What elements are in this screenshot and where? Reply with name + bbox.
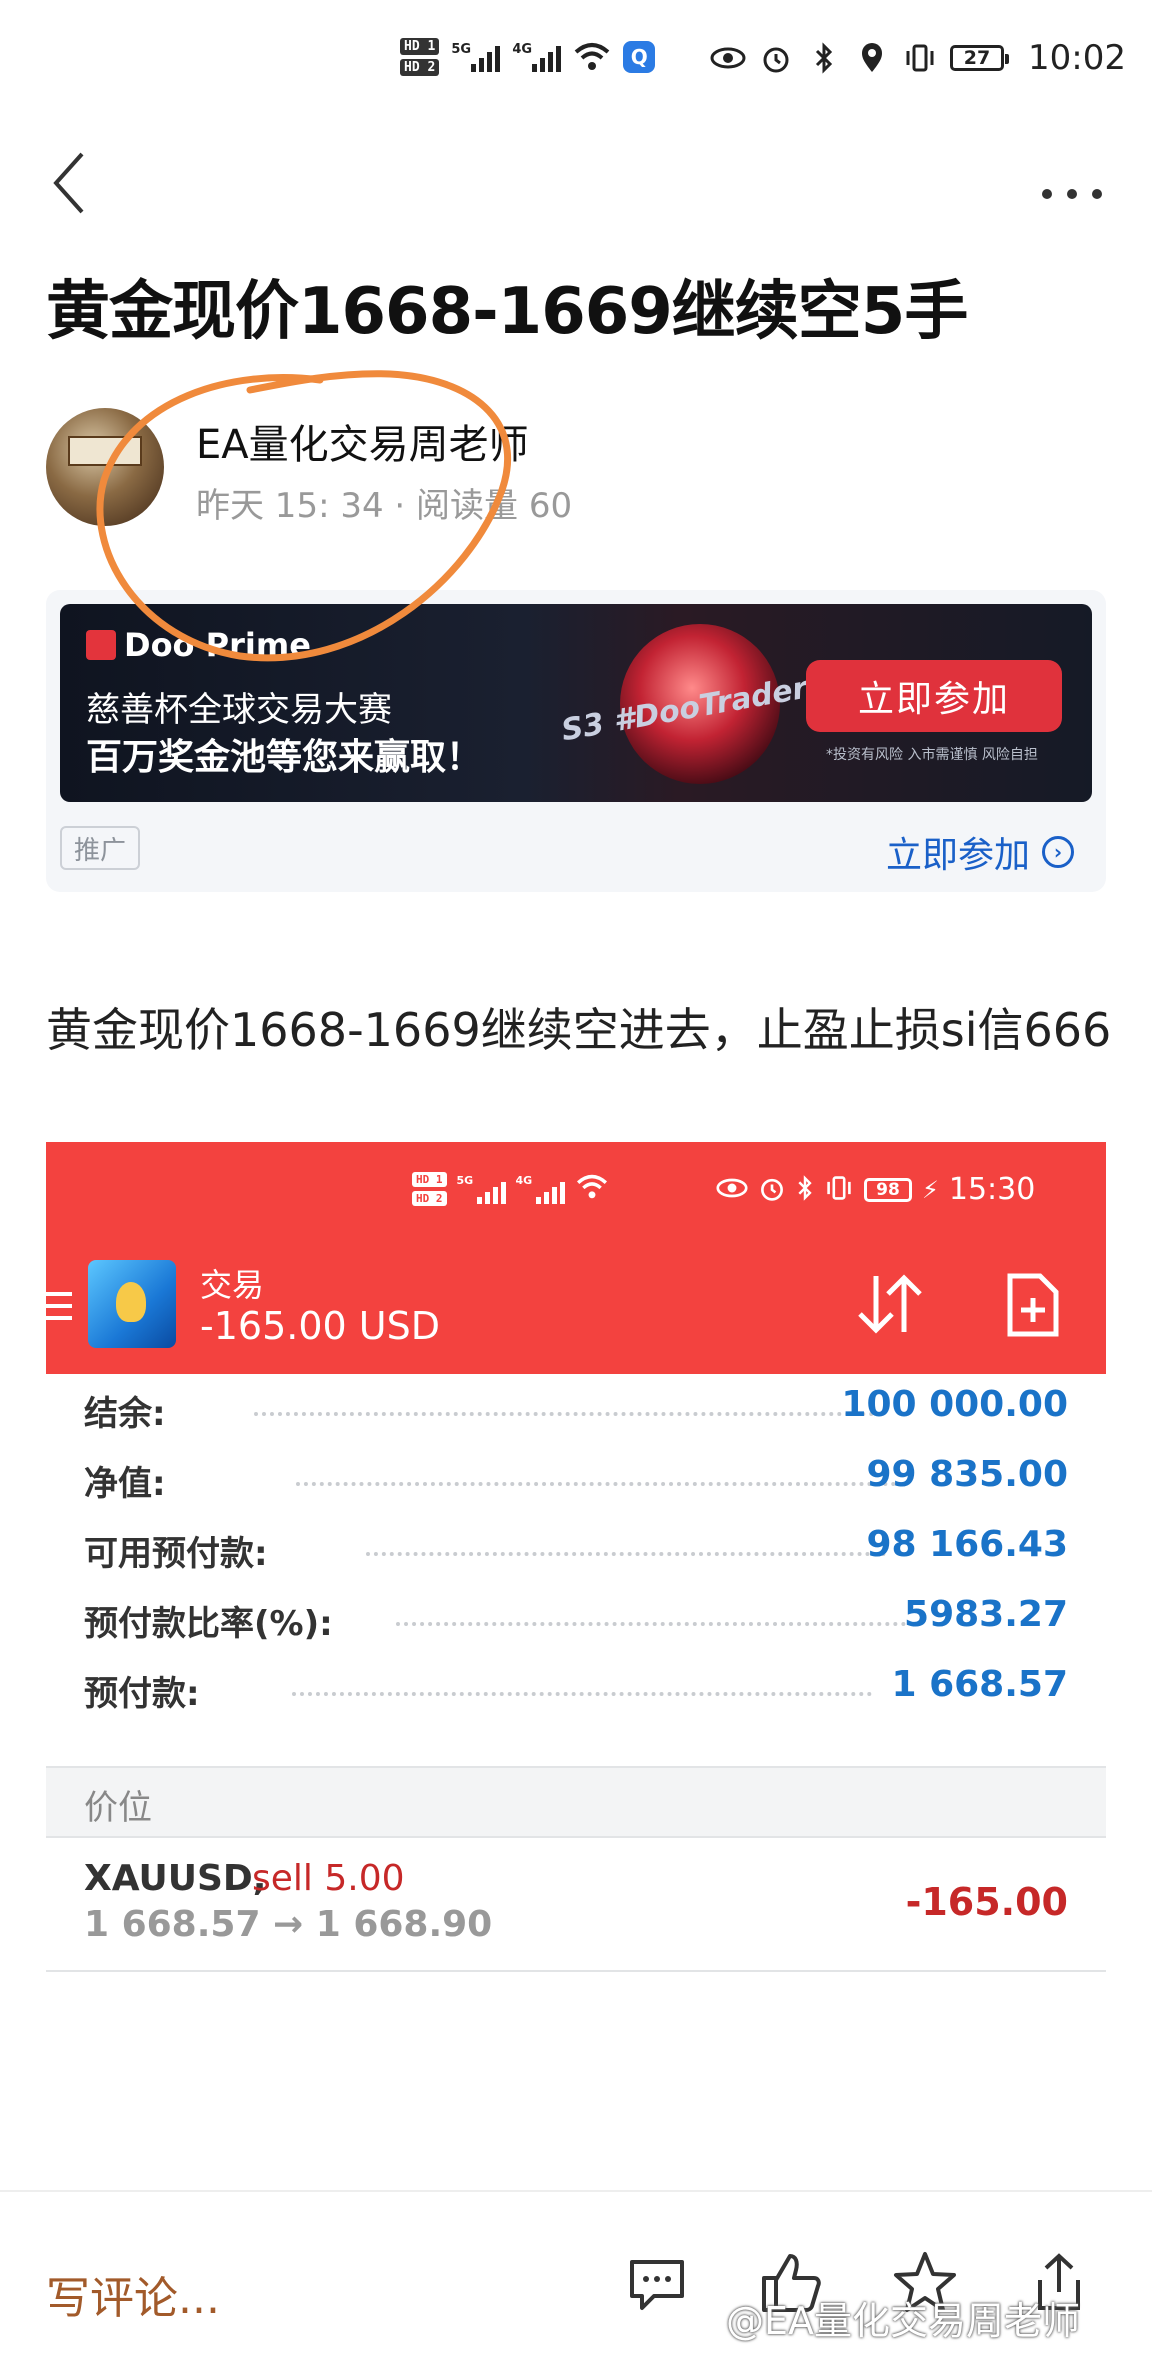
ad-subheadline: 百万奖金池等您来赢取！ bbox=[86, 737, 483, 778]
more-options-button[interactable] bbox=[1040, 170, 1104, 210]
ad-risk-note: *投资有风险 入市需谨慎 风险自担 bbox=[826, 747, 1038, 763]
comment-bubble-icon bbox=[630, 2260, 684, 2310]
signal-4g-icon: 4G bbox=[512, 42, 562, 72]
ad-join-button[interactable]: 立即参加 bbox=[806, 660, 1062, 732]
comment-button[interactable] bbox=[622, 2248, 692, 2318]
signal-5g-icon: 5G bbox=[451, 42, 501, 72]
embedded-positions: 价位 XAUUSD, sell 5.00 1 668.57 → 1 668.90… bbox=[46, 1142, 1106, 1972]
article-title: 黄金现价1668-1669继续空5手 bbox=[46, 275, 968, 349]
article-body: 黄金现价1668-1669继续空进去，止盈止损si信666 bbox=[46, 1003, 1112, 1057]
bluetooth-icon bbox=[806, 40, 842, 76]
position-symbol[interactable]: XAUUSD, bbox=[84, 1858, 266, 1899]
comment-input[interactable]: 写评论... bbox=[46, 2262, 220, 2326]
alarm-icon bbox=[758, 40, 794, 76]
status-bar: HD 1 HD 2 5G 4G Q 27 10:02 bbox=[0, 0, 1152, 130]
divider bbox=[46, 1970, 1106, 1972]
price-section-title: 价位 bbox=[84, 1788, 152, 1828]
app-notification-icon: Q bbox=[623, 41, 656, 73]
promo-link-label: 立即参加 bbox=[886, 835, 1031, 876]
more-dots-icon bbox=[1042, 189, 1102, 199]
eye-icon bbox=[710, 40, 746, 76]
status-right-icons: 27 10:02 bbox=[710, 38, 1126, 78]
price-section-header: 价位 bbox=[46, 1766, 1106, 1838]
status-left-icons: HD 1 HD 2 5G 4G Q bbox=[400, 38, 656, 76]
promo-tag: 推广 bbox=[60, 826, 140, 870]
annotation-circle bbox=[96, 370, 511, 662]
sim2-label: HD 2 bbox=[400, 59, 440, 76]
promo-join-link[interactable]: 立即参加 › bbox=[886, 826, 1075, 878]
position-profit: -165.00 bbox=[905, 1880, 1068, 1924]
position-prices: 1 668.57 → 1 668.90 bbox=[84, 1904, 493, 1945]
divider bbox=[0, 2190, 1152, 2192]
position-side: sell 5.00 bbox=[252, 1858, 405, 1899]
sim1-label: HD 1 bbox=[400, 38, 440, 55]
battery-icon: 27 bbox=[950, 45, 1009, 71]
wifi-icon bbox=[573, 42, 611, 72]
sim-indicator: HD 1 HD 2 bbox=[400, 38, 440, 76]
battery-level: 27 bbox=[963, 47, 991, 69]
watermark: @EA量化交易周老师 bbox=[726, 2299, 1081, 2343]
chevron-right-circle-icon: › bbox=[1042, 836, 1075, 868]
clock: 10:02 bbox=[1028, 38, 1126, 78]
ad-headline: 慈善杯全球交易大赛 bbox=[86, 690, 392, 730]
vibrate-icon bbox=[902, 40, 938, 76]
chevron-left-icon bbox=[53, 152, 84, 214]
location-icon bbox=[854, 40, 890, 76]
back-button[interactable] bbox=[50, 148, 90, 218]
